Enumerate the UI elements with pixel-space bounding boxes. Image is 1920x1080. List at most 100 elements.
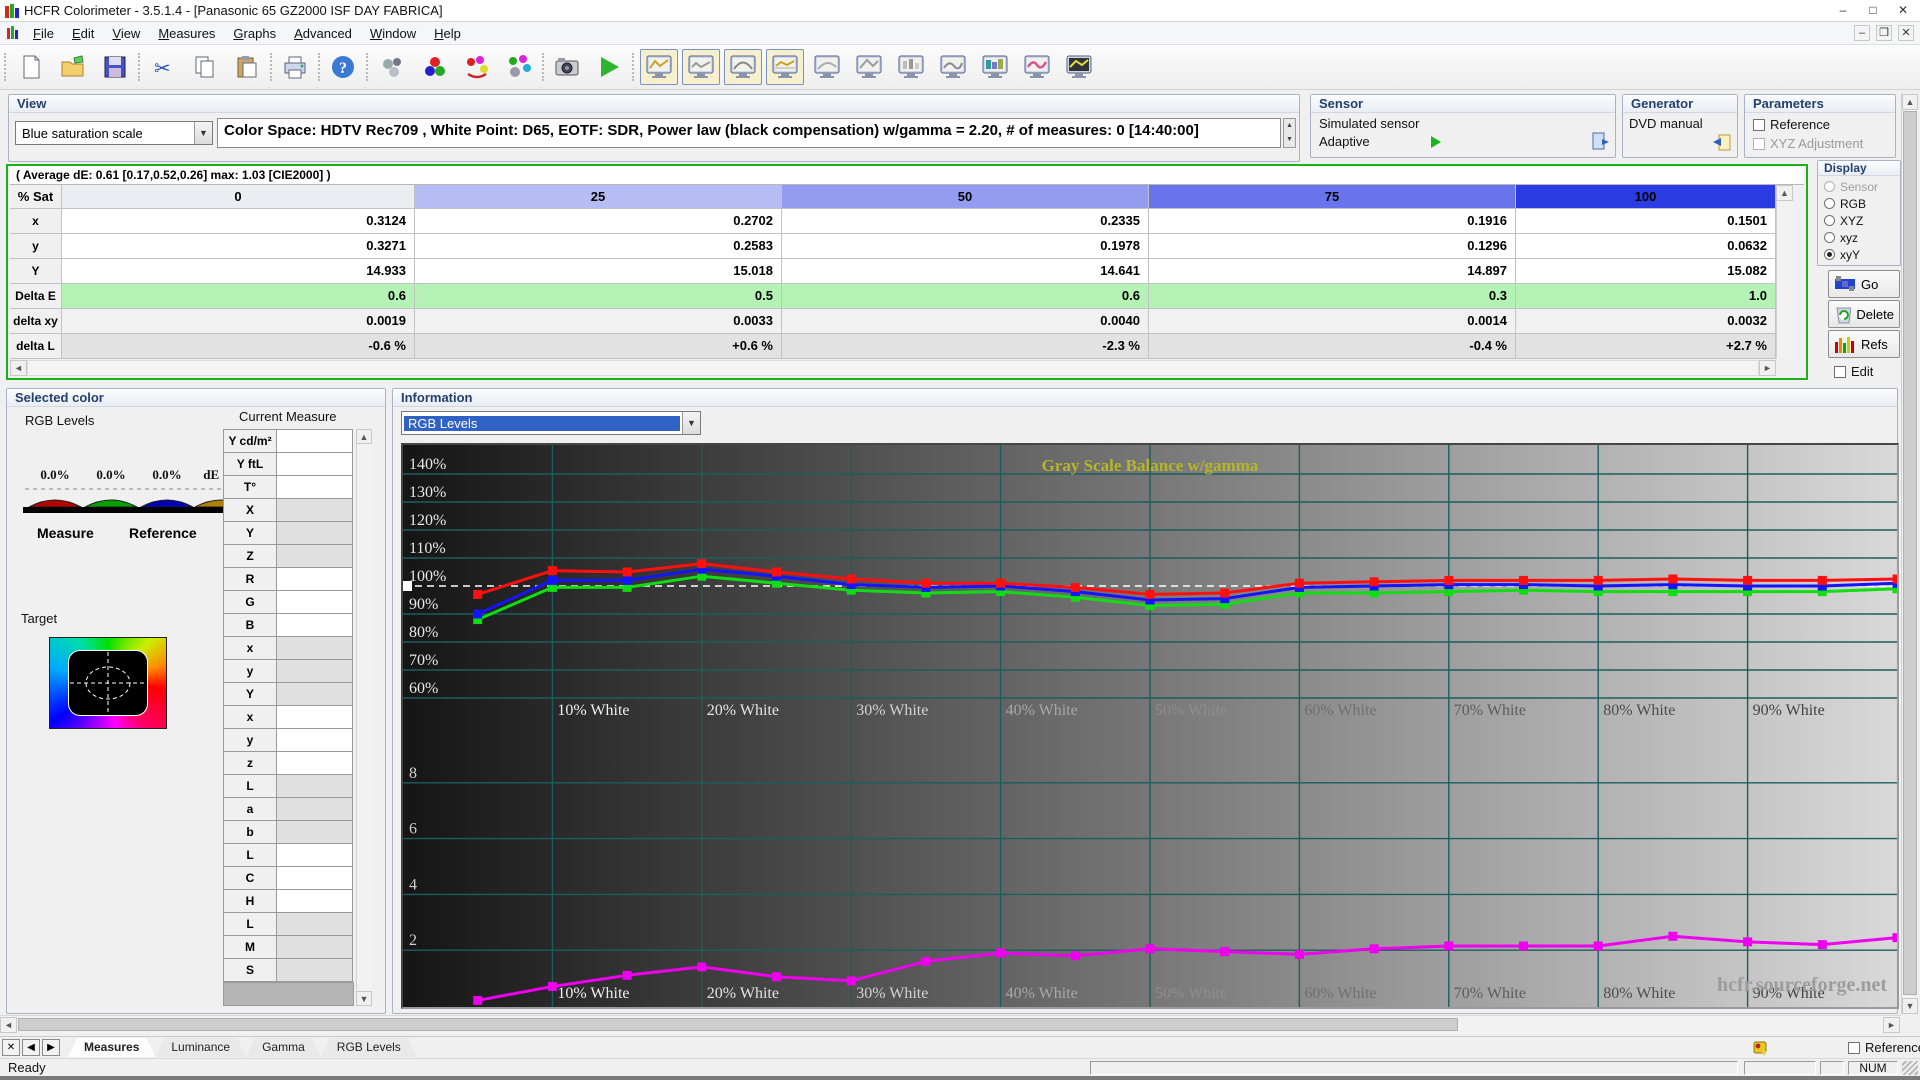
refs-button[interactable]: Refs (1828, 330, 1900, 358)
mdi-child-icon (6, 26, 20, 40)
view-button-1[interactable] (640, 49, 678, 85)
view-button-9[interactable] (976, 49, 1014, 85)
view-button-8[interactable] (934, 49, 972, 85)
new-file-icon[interactable] (12, 49, 50, 85)
tab-prev-button[interactable]: ◀ (22, 1039, 40, 1056)
radio-icon[interactable] (1824, 215, 1835, 226)
scroll-down-icon[interactable]: ▼ (1902, 998, 1918, 1014)
table-scroll-left-icon[interactable]: ◄ (10, 360, 27, 376)
delete-button[interactable]: Delete (1828, 300, 1900, 328)
cm-vertical-scrollbar[interactable] (356, 444, 372, 991)
close-button[interactable]: ✕ (1888, 1, 1918, 21)
table-scroll-right-icon[interactable]: ► (1759, 360, 1776, 376)
view-button-5[interactable] (808, 49, 846, 85)
maximize-button[interactable]: □ (1858, 1, 1888, 21)
menu-advanced[interactable]: Advanced (285, 23, 361, 44)
view-button-6[interactable] (850, 49, 888, 85)
svg-text:80% White: 80% White (1603, 702, 1675, 719)
spinner-down-icon[interactable]: ▼ (1284, 133, 1295, 147)
menu-window[interactable]: Window (361, 23, 425, 44)
view-button-2[interactable] (682, 49, 720, 85)
chevron-down-icon[interactable]: ▼ (682, 412, 700, 434)
help-icon[interactable]: ? (324, 49, 362, 85)
svg-text:8: 8 (409, 765, 417, 782)
scroll-left-icon[interactable]: ◄ (0, 1017, 17, 1033)
cut-icon[interactable]: ✂ (144, 49, 182, 85)
menu-view[interactable]: View (103, 23, 149, 44)
tab-luminance[interactable]: Luminance (155, 1038, 246, 1057)
tab-gamma[interactable]: Gamma (246, 1038, 321, 1057)
paste-icon[interactable] (228, 49, 266, 85)
scroll-right-icon[interactable]: ► (1883, 1017, 1900, 1033)
spinner-up-icon[interactable]: ▲ (1284, 119, 1295, 133)
scroll-up-icon[interactable]: ▲ (1902, 94, 1918, 110)
run-measures-icon[interactable] (590, 49, 628, 85)
mdi-close-icon[interactable]: ✕ (1898, 25, 1914, 41)
menu-file[interactable]: File (24, 23, 63, 44)
menu-help[interactable]: Help (425, 23, 470, 44)
save-icon[interactable] (96, 49, 134, 85)
display-option-xyz[interactable]: xyz (1824, 229, 1894, 246)
view-button-4[interactable] (766, 49, 804, 85)
mdi-restore-icon[interactable]: ❐ (1876, 25, 1892, 41)
sensor-config-icon[interactable] (1591, 131, 1611, 151)
open-file-icon[interactable] (54, 49, 92, 85)
hcfr-main-window: HCFR Colorimeter - 3.5.1.4 - [Panasonic … (0, 0, 1920, 1080)
display-option-xyY[interactable]: xyY (1824, 246, 1894, 263)
view-button-7[interactable] (892, 49, 930, 85)
radio-icon[interactable] (1824, 198, 1835, 209)
tab-measures[interactable]: Measures (68, 1038, 155, 1057)
resize-grip[interactable] (1902, 1061, 1918, 1075)
edit-checkbox-row[interactable]: Edit (1834, 364, 1873, 379)
scrollbar-thumb[interactable] (1903, 111, 1917, 995)
menu-edit[interactable]: Edit (63, 23, 103, 44)
statusbar-reference-checkbox[interactable] (1848, 1042, 1860, 1054)
reference-checkbox-row[interactable]: Reference (1753, 117, 1830, 132)
saturation-scale-icon[interactable] (458, 49, 496, 85)
minimize-button[interactable]: – (1828, 1, 1858, 21)
main-horizontal-scrollbar[interactable]: ◄ ► (0, 1015, 1901, 1033)
full-measures-icon[interactable] (500, 49, 538, 85)
main-vertical-scrollbar[interactable]: ▲ ▼ (1901, 94, 1918, 1014)
table-scroll-up-icon[interactable]: ▲ (1776, 185, 1793, 201)
statusbar-reference-row[interactable]: Reference (1848, 1040, 1920, 1055)
free-measures-icon[interactable] (374, 49, 412, 85)
view-button-3[interactable] (724, 49, 762, 85)
cm-row-Y cd/m²: Y cd/m² (223, 430, 353, 453)
generator-config-icon[interactable] (1711, 133, 1733, 153)
edit-checkbox[interactable] (1834, 366, 1846, 378)
reference-checkbox[interactable] (1753, 119, 1765, 131)
view-panel-title: View (9, 95, 1299, 113)
display-option-XYZ[interactable]: XYZ (1824, 212, 1894, 229)
display-option-RGB[interactable]: RGB (1824, 195, 1894, 212)
menu-measures[interactable]: Measures (149, 23, 224, 44)
copy-icon[interactable] (186, 49, 224, 85)
colorspace-info-bar: Color Space: HDTV Rec709 , White Point: … (217, 118, 1281, 148)
tab-next-button[interactable]: ▶ (42, 1039, 60, 1056)
print-icon[interactable] (276, 49, 314, 85)
svg-text:140%: 140% (409, 456, 446, 473)
tab-rgb-levels[interactable]: RGB Levels (321, 1038, 417, 1057)
cm-scroll-down-icon[interactable]: ▼ (356, 991, 372, 1006)
measure-spinner[interactable]: ▲ ▼ (1283, 118, 1296, 148)
capture-icon[interactable] (548, 49, 586, 85)
hscrollbar-thumb[interactable] (18, 1018, 1458, 1031)
menu-bar: File Edit View Measures Graphs Advanced … (0, 22, 1920, 45)
trash-icon (1834, 304, 1851, 324)
view-button-10[interactable] (1018, 49, 1056, 85)
mdi-minimize-icon[interactable]: – (1854, 25, 1870, 41)
view-button-11[interactable] (1060, 49, 1098, 85)
chevron-down-icon[interactable]: ▼ (194, 122, 212, 144)
cm-scroll-up-icon[interactable]: ▲ (356, 429, 372, 444)
information-dropdown[interactable]: RGB Levels ▼ (401, 411, 701, 435)
table-horizontal-scrollbar[interactable] (27, 360, 1759, 376)
tab-close-button[interactable]: ✕ (2, 1039, 20, 1056)
go-button[interactable]: Go (1828, 270, 1900, 298)
menu-graphs[interactable]: Graphs (224, 23, 285, 44)
table-vertical-scrollbar[interactable] (1776, 201, 1793, 359)
table-cell: 0.6 (782, 284, 1149, 309)
view-select-dropdown[interactable]: Blue saturation scale ▼ (15, 121, 213, 145)
primary-colors-icon[interactable] (416, 49, 454, 85)
radio-icon[interactable] (1824, 249, 1835, 260)
radio-icon[interactable] (1824, 232, 1835, 243)
